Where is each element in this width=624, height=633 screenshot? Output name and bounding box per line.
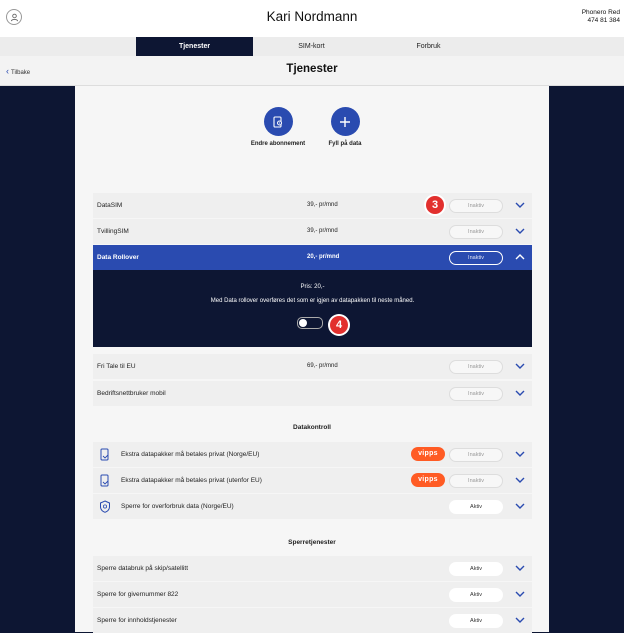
service-name: Bedriftsnettbruker mobil xyxy=(97,390,166,397)
service-row-tvillingsim[interactable]: TvillingSIM 39,- pr/mnd Inaktiv xyxy=(93,219,532,244)
chevron-down-icon[interactable] xyxy=(515,590,525,598)
switch-knob xyxy=(299,319,307,327)
service-row-bedriftsnettbruker[interactable]: Bedriftsnettbruker mobil Inaktiv xyxy=(93,381,532,406)
status-button[interactable]: Inaktiv xyxy=(449,474,503,488)
service-name: Ekstra datapakker må betales privat (Nor… xyxy=(121,451,260,458)
tab-sim-kort[interactable]: SIM-kort xyxy=(253,37,370,56)
chevron-down-icon[interactable] xyxy=(515,564,525,572)
user-name: Kari Nordmann xyxy=(266,9,358,24)
section-heading-sperretjenester: Sperretjenester xyxy=(288,539,336,546)
detail-price: Pris: 20,- xyxy=(300,284,325,290)
status-button[interactable]: Inaktiv xyxy=(449,199,503,213)
sperre-row-skip-satellitt[interactable]: Sperre databruk på skip/satellitt Aktiv xyxy=(93,556,532,581)
tab-bar: Tjenester SIM-kort Forbruk xyxy=(0,37,624,56)
status-button[interactable]: Inaktiv xyxy=(449,360,503,374)
service-name: Ekstra datapakker må betales privat (ute… xyxy=(121,477,262,484)
top-up-data-label: Fyll på data xyxy=(328,141,362,147)
status-button[interactable]: Inaktiv xyxy=(449,251,503,265)
service-name: Fri Tale til EU xyxy=(97,363,136,370)
plan-name: Phonero Red xyxy=(581,9,620,16)
phone-doc-icon xyxy=(100,448,109,461)
service-name: Sperre for givernummer 822 xyxy=(97,591,179,598)
sub-header: ‹ Tilbake Tjenester xyxy=(0,56,624,86)
shield-icon xyxy=(100,500,110,513)
service-name: Data Rollover xyxy=(97,254,139,261)
step-badge-3: 3 xyxy=(426,196,444,214)
status-button[interactable]: Aktiv xyxy=(449,614,503,628)
chevron-down-icon[interactable] xyxy=(515,616,525,624)
services-panel: Endre abonnement Fyll på data DataSIM 39… xyxy=(75,86,549,633)
chevron-down-icon[interactable] xyxy=(515,502,525,510)
step-badge-4: 4 xyxy=(330,316,348,334)
chevron-down-icon[interactable] xyxy=(515,476,525,484)
sperre-row-givernummer[interactable]: Sperre for givernummer 822 Aktiv xyxy=(93,582,532,607)
service-price: 39,- pr/mnd xyxy=(307,228,338,234)
status-button[interactable]: Inaktiv xyxy=(449,387,503,401)
status-button[interactable]: Aktiv xyxy=(449,500,503,514)
vipps-badge: vipps xyxy=(411,473,445,487)
service-name: Sperre for innholdstjenester xyxy=(97,617,177,624)
detail-description: Med Data rollover overføres det som er i… xyxy=(210,298,415,304)
service-name: Sperre for overforbruk data (Norge/EU) xyxy=(121,503,234,510)
service-name: TvillingSIM xyxy=(97,228,129,235)
sperre-row-innholdstjenester[interactable]: Sperre for innholdstjenester Aktiv xyxy=(93,608,532,633)
service-price: 20,- pr/mnd xyxy=(307,254,340,260)
data-rollover-switch[interactable] xyxy=(297,317,323,329)
datakontroll-row-utenfor-eu[interactable]: Ekstra datapakker må betales privat (ute… xyxy=(93,468,532,493)
tab-forbruk[interactable]: Forbruk xyxy=(370,37,487,56)
service-price: 39,- pr/mnd xyxy=(307,202,338,208)
service-row-datasim[interactable]: DataSIM 39,- pr/mnd Inaktiv xyxy=(93,193,532,218)
top-bar: Kari Nordmann Phonero Red 474 81 384 xyxy=(0,0,624,37)
card-edit-icon xyxy=(263,107,293,136)
account-info: Phonero Red 474 81 384 xyxy=(582,9,620,25)
chevron-down-icon[interactable] xyxy=(515,227,525,235)
page-title: Tjenester xyxy=(286,63,338,75)
tab-tjenester[interactable]: Tjenester xyxy=(136,37,253,56)
service-row-data-rollover[interactable]: Data Rollover 20,- pr/mnd Inaktiv xyxy=(93,245,532,270)
service-name: Sperre databruk på skip/satellitt xyxy=(97,565,189,572)
datakontroll-row-norge-eu[interactable]: Ekstra datapakker må betales privat (Nor… xyxy=(93,442,532,467)
phone-doc-icon xyxy=(100,474,109,487)
status-button[interactable]: Inaktiv xyxy=(449,448,503,462)
service-name: DataSIM xyxy=(97,202,123,209)
chevron-down-icon[interactable] xyxy=(515,362,525,370)
chevron-down-icon[interactable] xyxy=(515,201,525,209)
phone-number: 474 81 384 xyxy=(587,17,620,24)
service-row-fri-tale-eu[interactable]: Fri Tale til EU 69,- pr/mnd Inaktiv xyxy=(93,354,532,379)
plus-icon xyxy=(330,107,360,136)
service-price: 69,- pr/mnd xyxy=(307,363,338,369)
status-button[interactable]: Inaktiv xyxy=(449,225,503,239)
vipps-badge: vipps xyxy=(411,447,445,461)
status-button[interactable]: Aktiv xyxy=(449,562,503,576)
chevron-down-icon[interactable] xyxy=(515,389,525,397)
data-rollover-details: Pris: 20,- Med Data rollover overføres d… xyxy=(93,270,532,347)
status-button[interactable]: Aktiv xyxy=(449,588,503,602)
top-up-data-button[interactable]: Fyll på data xyxy=(305,107,385,148)
section-heading-datakontroll: Datakontroll xyxy=(293,424,331,431)
datakontroll-row-overforbruk[interactable]: Sperre for overforbruk data (Norge/EU) A… xyxy=(93,494,532,519)
chevron-down-icon[interactable] xyxy=(515,450,525,458)
chevron-up-icon[interactable] xyxy=(515,253,525,261)
